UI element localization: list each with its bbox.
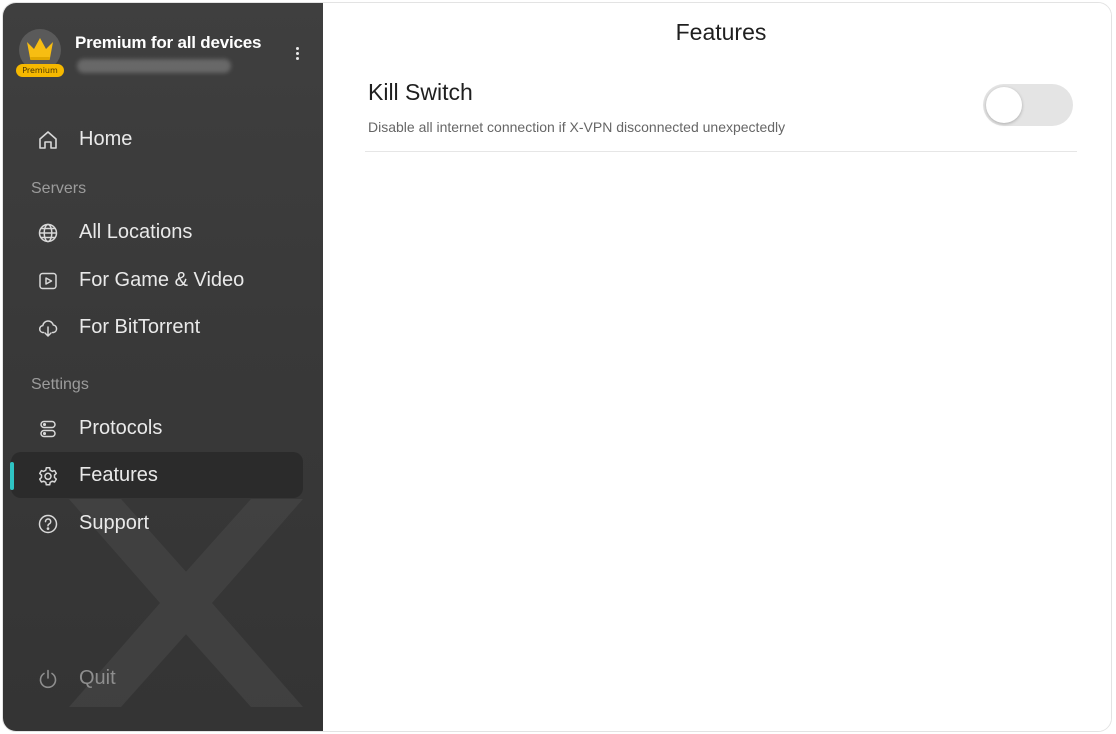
app-window: Premium Premium for all devices Home Ser… [2, 2, 1112, 732]
more-vertical-icon[interactable] [285, 41, 309, 65]
sidebar-item-label: For Game & Video [79, 269, 245, 291]
quit-button[interactable]: Quit [11, 655, 303, 701]
sidebar-item-home[interactable]: Home [11, 116, 303, 162]
kill-switch-description: Disable all internet connection if X-VPN… [368, 119, 786, 135]
sidebar-item-label: For BitTorrent [79, 316, 201, 338]
sidebar: Premium Premium for all devices Home Ser… [3, 3, 323, 731]
active-indicator [10, 462, 14, 490]
help-icon [38, 514, 58, 534]
power-icon [39, 669, 57, 689]
section-label-servers: Servers [31, 180, 87, 197]
premium-badge: Premium [16, 64, 64, 77]
sidebar-item-label: Support [79, 512, 150, 534]
account-title: Premium for all devices [75, 33, 262, 52]
sidebar-item-label: Home [79, 128, 133, 150]
sidebar-item-support[interactable]: Support [11, 500, 303, 546]
globe-icon [38, 223, 58, 243]
protocols-icon [40, 420, 56, 438]
quit-label: Quit [79, 667, 116, 689]
section-label-settings: Settings [31, 376, 89, 393]
sidebar-item-game-video[interactable]: For Game & Video [11, 257, 303, 303]
cloud-download-icon [39, 320, 58, 337]
account-header: Premium Premium for all devices [3, 3, 323, 103]
main-panel: Features Kill Switch Disable all interne… [323, 3, 1111, 731]
sidebar-item-label: Features [79, 464, 158, 486]
gear-icon [38, 467, 58, 486]
sidebar-item-label: All Locations [79, 221, 193, 243]
sidebar-item-features[interactable]: Features [10, 452, 303, 498]
kill-switch-toggle[interactable] [983, 84, 1073, 126]
play-icon [39, 272, 57, 290]
toggle-knob [986, 87, 1022, 123]
crown-icon [27, 38, 53, 60]
avatar[interactable]: Premium [16, 29, 64, 77]
kill-switch-row: Kill Switch Disable all internet connect… [365, 73, 1077, 152]
sidebar-item-bittorrent[interactable]: For BitTorrent [11, 304, 303, 350]
home-icon [39, 131, 57, 149]
sidebar-item-label: Protocols [79, 417, 163, 439]
account-email-redacted [77, 59, 231, 73]
page-title: Features [675, 19, 767, 45]
sidebar-item-all-locations[interactable]: All Locations [11, 209, 303, 255]
sidebar-item-protocols[interactable]: Protocols [11, 405, 303, 451]
kill-switch-title: Kill Switch [368, 79, 473, 105]
